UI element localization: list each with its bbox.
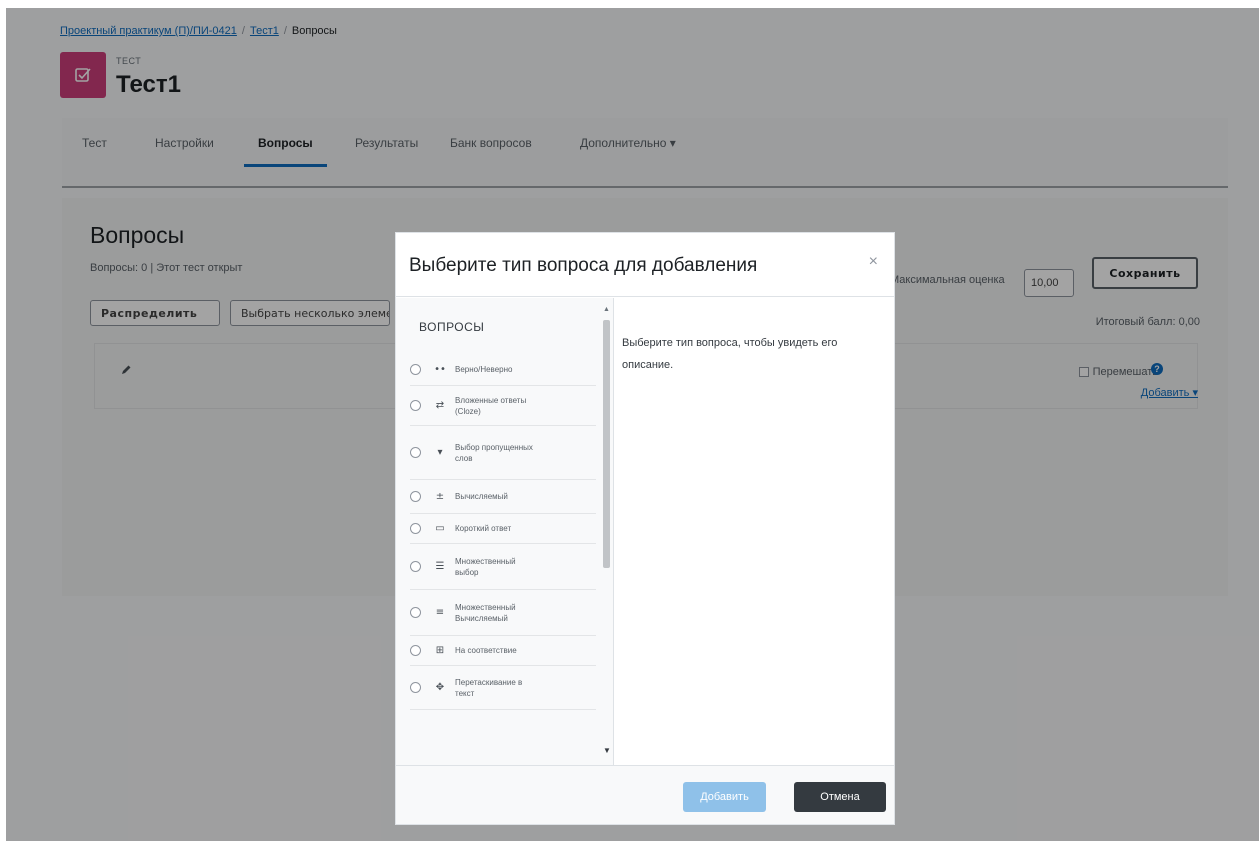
radio-button[interactable] [410,400,421,411]
list-section-heading: ВОПРОСЫ [419,320,485,334]
question-type-option[interactable]: ± Вычисляемый [410,480,596,514]
add-button[interactable]: Добавить [683,782,766,812]
screenshot-border [0,0,6,841]
question-type-option[interactable]: ☰ Множественный выбор [410,544,596,590]
cloze-icon: ⇄ [435,400,445,411]
modal-body: ВОПРОСЫ •• Верно/Неверно ⇄ Вложенные отв… [396,298,894,765]
question-type-list[interactable]: ВОПРОСЫ •• Верно/Неверно ⇄ Вложенные отв… [396,298,614,765]
radio-button[interactable] [410,364,421,375]
calculated-multi-icon: ≡ [435,607,445,618]
close-icon[interactable]: × [869,253,878,271]
scrollbar-thumb[interactable] [603,320,610,568]
scroll-up-icon[interactable]: ▲ [603,306,610,313]
radio-button[interactable] [410,645,421,656]
question-type-option[interactable]: ▾ Выбор пропущенных слов [410,426,596,480]
radio-button[interactable] [410,447,421,458]
radio-button[interactable] [410,561,421,572]
option-label: Множественный Вычисляемый [455,602,516,623]
option-label: Верно/Неверно [455,365,513,374]
radio-button[interactable] [410,682,421,693]
question-type-option[interactable]: ⊞ На соответствие [410,636,596,666]
dots-icon: •• [434,364,446,375]
modal-footer: Добавить Отмена [396,765,894,824]
question-type-description: Выберите тип вопроса, чтобы увидеть его … [622,337,838,371]
radio-button[interactable] [410,491,421,502]
option-label: Вычисляемый [455,492,508,501]
match-icon: ⊞ [435,645,445,656]
option-label: Вложенные ответы (Cloze) [455,395,527,416]
option-label: Перетаскивание в текст [455,677,523,698]
drag-icon: ✥ [435,682,445,693]
question-type-chooser-dialog: Выберите тип вопроса для добавления × ВО… [395,232,895,825]
multichoice-icon: ☰ [435,561,445,572]
question-type-option[interactable]: ✥ Перетаскивание в текст [410,666,596,710]
cancel-button[interactable]: Отмена [794,782,886,812]
scroll-down-icon[interactable]: ▼ [603,746,611,755]
screenshot-border [0,0,1259,8]
option-label: Выбор пропущенных слов [455,442,533,463]
modal-title: Выберите тип вопроса для добавления [409,255,758,276]
list-scrollbar[interactable]: ▲ ▼ [600,306,612,758]
radio-button[interactable] [410,607,421,618]
radio-button[interactable] [410,523,421,534]
question-type-option[interactable]: ≡ Множественный Вычисляемый [410,590,596,636]
modal-header: Выберите тип вопроса для добавления × [396,233,894,297]
option-label: Короткий ответ [455,524,512,533]
question-type-option[interactable]: •• Верно/Неверно [410,354,596,386]
question-type-option[interactable]: ⇄ Вложенные ответы (Cloze) [410,386,596,426]
short-answer-icon: ▭ [435,523,445,534]
question-type-option[interactable]: ▭ Короткий ответ [410,514,596,544]
option-label: На соответствие [455,646,517,655]
dropdown-icon: ▾ [437,447,443,458]
calculated-icon: ± [435,491,445,502]
option-label: Множественный выбор [455,556,516,577]
